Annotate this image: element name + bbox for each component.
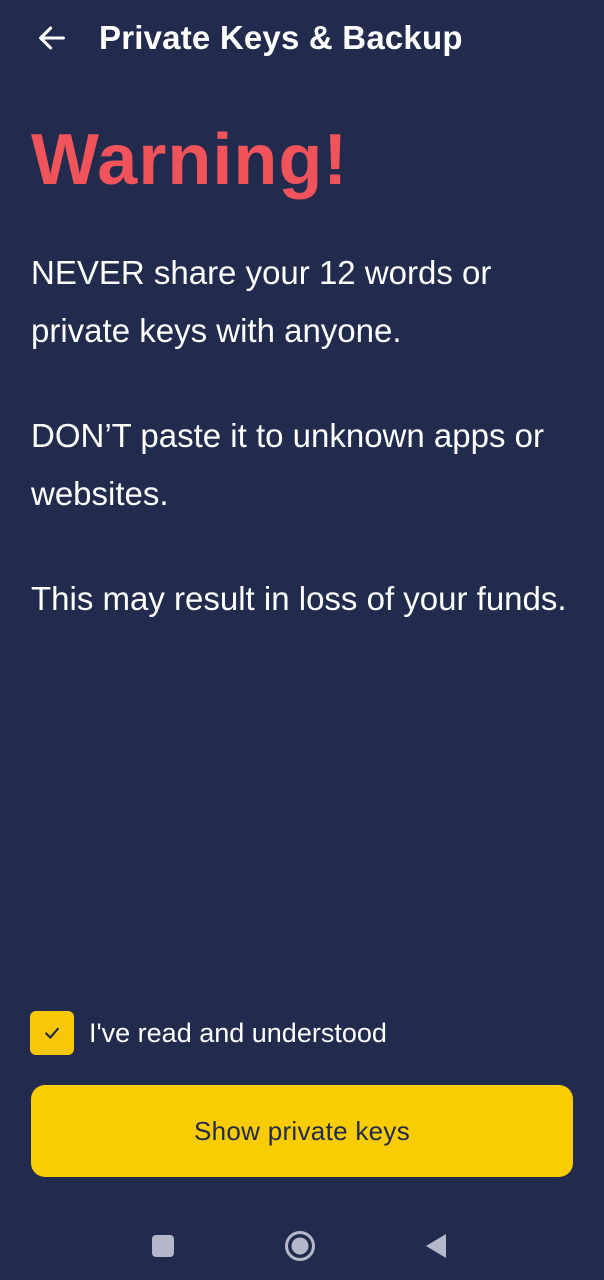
private-keys-screen: Private Keys & Backup Warning! NEVER sha… [0,0,604,1280]
acknowledge-row[interactable]: I've read and understood [30,1011,387,1055]
warning-message-loss: This may result in loss of your funds. [31,580,567,617]
arrow-left-icon [39,26,65,50]
square-icon [152,1235,174,1257]
check-icon [45,1027,59,1039]
warning-message-paste: DON’T paste it to unknown apps or websit… [31,417,544,512]
recents-button[interactable] [141,1224,185,1268]
home-button[interactable] [278,1224,322,1268]
show-private-keys-button[interactable]: Show private keys [31,1085,573,1177]
acknowledge-checkbox[interactable] [30,1011,74,1055]
app-bar: Private Keys & Backup [0,0,604,78]
acknowledge-label: I've read and understood [89,1018,387,1048]
triangle-back-icon [426,1234,446,1258]
circle-icon [285,1231,315,1261]
warning-message-share: NEVER share your 12 words or private key… [31,254,492,349]
system-back-button[interactable] [414,1224,458,1268]
system-navigation-bar [0,1210,604,1280]
back-button[interactable] [28,16,76,60]
page-title: Private Keys & Backup [99,19,463,56]
warning-title: Warning! [31,120,349,200]
